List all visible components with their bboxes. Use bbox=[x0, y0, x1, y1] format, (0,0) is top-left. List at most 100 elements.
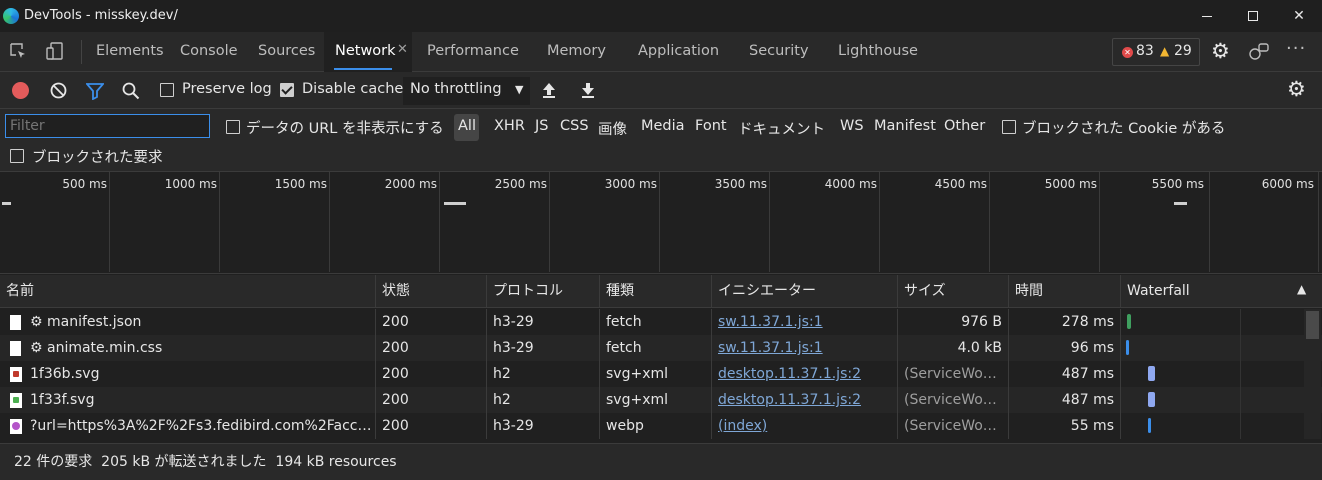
request-time: 278 ms bbox=[1009, 309, 1121, 335]
minimize-icon bbox=[1202, 15, 1212, 17]
record-button[interactable] bbox=[12, 82, 29, 99]
column-header-name[interactable]: 名前 bbox=[0, 275, 376, 308]
issues-counter[interactable]: ✕ 83 ▲ 29 bbox=[1112, 38, 1200, 66]
network-settings-gear-icon[interactable]: ⚙ bbox=[1287, 78, 1306, 100]
active-tab-indicator bbox=[334, 68, 392, 70]
table-scrollbar[interactable] bbox=[1304, 309, 1321, 439]
filter-type-media[interactable]: Media bbox=[641, 118, 685, 134]
request-initiator-link[interactable]: (index) bbox=[712, 413, 898, 439]
blocked-cookies-checkbox[interactable] bbox=[1002, 120, 1016, 134]
maximize-button[interactable] bbox=[1230, 0, 1276, 32]
panel-tab-bar: Elements Console Sources Network ✕ Perfo… bbox=[0, 32, 1322, 72]
column-header-protocol[interactable]: プロトコル bbox=[487, 275, 600, 308]
table-row[interactable]: ⚙ animate.min.css 200 h3-29 fetch sw.11.… bbox=[0, 335, 1322, 361]
minimize-button[interactable] bbox=[1184, 0, 1230, 32]
window-title: DevTools - misskey.dev/ bbox=[24, 8, 178, 23]
preserve-log-label: Preserve log bbox=[182, 81, 272, 97]
inspect-element-icon[interactable] bbox=[9, 42, 27, 60]
tab-elements[interactable]: Elements bbox=[96, 32, 164, 72]
tab-console[interactable]: Console bbox=[180, 32, 238, 72]
table-row[interactable]: ?url=https%3A%2F%2Fs3.fedibird.com%2Facc… bbox=[0, 413, 1322, 439]
request-size: (ServiceWork… bbox=[898, 387, 1009, 413]
overview-tick-label: 3500 ms bbox=[714, 177, 767, 191]
column-header-size[interactable]: サイズ bbox=[898, 275, 1009, 308]
column-header-time[interactable]: 時間 bbox=[1009, 275, 1121, 308]
settings-gear-icon[interactable]: ⚙ bbox=[1211, 40, 1230, 62]
close-tab-icon[interactable]: ✕ bbox=[397, 42, 408, 57]
sort-ascending-icon: ▲ bbox=[1297, 282, 1307, 296]
overview-gridline bbox=[659, 172, 660, 272]
request-time: 487 ms bbox=[1009, 387, 1121, 413]
tab-performance[interactable]: Performance bbox=[427, 32, 519, 72]
device-toolbar-icon[interactable] bbox=[45, 41, 65, 61]
column-header-initiator[interactable]: イニシエーター bbox=[712, 275, 898, 308]
export-har-icon[interactable] bbox=[580, 81, 596, 99]
overview-timeline[interactable]: 500 ms 1000 ms 1500 ms 2000 ms 2500 ms 3… bbox=[0, 172, 1322, 274]
table-row[interactable]: 1f36b.svg 200 h2 svg+xml desktop.11.37.1… bbox=[0, 361, 1322, 387]
tab-application[interactable]: Application bbox=[638, 32, 719, 72]
waterfall-bar bbox=[1148, 366, 1155, 381]
more-options-icon[interactable]: ··· bbox=[1286, 38, 1306, 59]
overview-request-mark bbox=[1174, 202, 1187, 205]
filter-type-other[interactable]: Other bbox=[944, 118, 985, 134]
column-header-waterfall[interactable]: Waterfall bbox=[1121, 275, 1322, 308]
request-protocol: h2 bbox=[487, 387, 600, 413]
request-table-header: 名前 状態 プロトコル 種類 イニシエーター サイズ 時間 Waterfall … bbox=[0, 275, 1322, 308]
request-status: 200 bbox=[376, 413, 487, 439]
chevron-down-icon: ▼ bbox=[515, 83, 524, 96]
blocked-requests-checkbox[interactable] bbox=[10, 149, 24, 163]
clear-icon[interactable] bbox=[50, 82, 67, 99]
filter-funnel-icon[interactable] bbox=[85, 82, 105, 101]
overview-gridline bbox=[439, 172, 440, 272]
filter-type-ws[interactable]: WS bbox=[840, 118, 864, 134]
request-name: 1f36b.svg bbox=[24, 361, 376, 387]
filter-input[interactable] bbox=[5, 114, 210, 138]
throttling-value: No throttling bbox=[410, 81, 502, 97]
waterfall-bar bbox=[1126, 340, 1129, 355]
filter-type-all[interactable]: All bbox=[458, 118, 476, 134]
overview-gridline bbox=[219, 172, 220, 272]
blocked-cookies-label: ブロックされた Cookie がある bbox=[1022, 121, 1226, 137]
table-row[interactable]: 1f33f.svg 200 h2 svg+xml desktop.11.37.1… bbox=[0, 387, 1322, 413]
tab-lighthouse[interactable]: Lighthouse bbox=[838, 32, 918, 72]
table-row[interactable]: ⚙ manifest.json 200 h3-29 fetch sw.11.37… bbox=[0, 309, 1322, 335]
tab-security[interactable]: Security bbox=[749, 32, 809, 72]
request-time: 55 ms bbox=[1009, 413, 1121, 439]
column-header-type[interactable]: 種類 bbox=[600, 275, 712, 308]
filter-type-xhr[interactable]: XHR bbox=[494, 118, 525, 134]
waterfall-gridline bbox=[1240, 309, 1241, 439]
request-status: 200 bbox=[376, 335, 487, 361]
overview-gridline bbox=[769, 172, 770, 272]
request-initiator-link[interactable]: sw.11.37.1.js:1 bbox=[712, 335, 898, 361]
request-initiator-link[interactable]: sw.11.37.1.js:1 bbox=[712, 309, 898, 335]
tab-divider bbox=[81, 40, 82, 64]
tab-network[interactable]: Network bbox=[335, 32, 396, 72]
request-size: 4.0 kB bbox=[898, 335, 1009, 361]
overview-gridline bbox=[1099, 172, 1100, 272]
request-initiator-link[interactable]: desktop.11.37.1.js:2 bbox=[712, 387, 898, 413]
preserve-log-checkbox[interactable] bbox=[160, 83, 174, 97]
tab-sources[interactable]: Sources bbox=[258, 32, 315, 72]
throttling-select[interactable]: No throttling ▼ bbox=[403, 77, 530, 105]
import-har-icon[interactable] bbox=[541, 81, 557, 99]
feedback-icon[interactable] bbox=[1248, 42, 1270, 62]
hide-data-urls-checkbox[interactable] bbox=[226, 120, 240, 134]
request-type: fetch bbox=[600, 335, 712, 361]
request-time: 96 ms bbox=[1009, 335, 1121, 361]
search-icon[interactable] bbox=[122, 82, 140, 100]
request-type: fetch bbox=[600, 309, 712, 335]
request-size: (ServiceWork… bbox=[898, 413, 1009, 439]
column-header-status[interactable]: 状態 bbox=[376, 275, 487, 308]
disable-cache-checkbox[interactable] bbox=[280, 83, 294, 97]
scrollbar-thumb[interactable] bbox=[1306, 311, 1319, 339]
tab-memory[interactable]: Memory bbox=[547, 32, 606, 72]
request-initiator-link[interactable]: desktop.11.37.1.js:2 bbox=[712, 361, 898, 387]
filter-type-css[interactable]: CSS bbox=[560, 118, 589, 134]
close-window-button[interactable]: ✕ bbox=[1276, 0, 1322, 32]
filter-type-font[interactable]: Font bbox=[695, 118, 727, 134]
filter-type-js[interactable]: JS bbox=[535, 118, 548, 134]
filter-type-image[interactable]: 画像 bbox=[598, 118, 627, 139]
filter-type-manifest[interactable]: Manifest bbox=[874, 118, 936, 134]
blocked-requests-label: ブロックされた要求 bbox=[32, 150, 163, 166]
filter-type-document[interactable]: ドキュメント bbox=[738, 118, 825, 139]
